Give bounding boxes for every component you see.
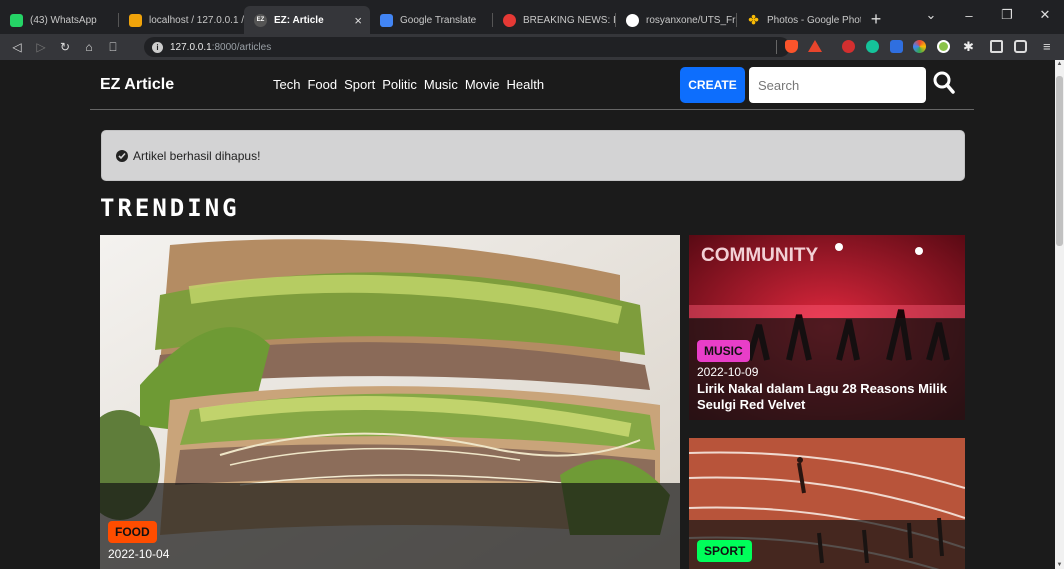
nav-link-food[interactable]: Food (307, 77, 337, 92)
community-sign: COMMUNITY (701, 245, 818, 266)
browser-toolbar: ◁ ▷ ↻ ⌂ ⎕ i 127.0.0.1:8000/articles ✱ ≡ (0, 34, 1064, 60)
scroll-down-arrow-icon[interactable]: ▼ (1055, 562, 1064, 568)
article-overlay: FOOD 2022-10-04 (100, 483, 680, 569)
tab-phpmyadmin[interactable]: localhost / 127.0.0.1 / ... (119, 6, 244, 34)
window-controls: ⌄ – ❐ ✕ (912, 0, 1064, 30)
check-circle-icon (116, 149, 128, 162)
restore-icon[interactable]: ❐ (988, 7, 1026, 23)
puzzle-icon[interactable]: ✱ (963, 40, 976, 53)
nav-link-politic[interactable]: Politic (382, 77, 417, 92)
brave-rewards-icon[interactable] (808, 40, 822, 52)
news-icon (503, 13, 516, 27)
color-extension-icon[interactable] (913, 40, 926, 53)
back-icon[interactable]: ◁ (6, 40, 28, 54)
ez-article-favicon: EZ (254, 13, 267, 27)
toolbar-divider (776, 40, 777, 54)
tab-google-photos[interactable]: ✤ Photos - Google Photo (737, 6, 861, 34)
sidebar-icon[interactable] (990, 40, 1003, 53)
category-badge-food[interactable]: FOOD (108, 521, 157, 543)
info-icon[interactable]: i (152, 41, 163, 53)
page-scrollbar[interactable]: ▲ ▼ (1055, 60, 1064, 569)
whatsapp-icon (10, 13, 23, 27)
extension-icon[interactable] (890, 40, 903, 53)
site-navbar: EZ Article Tech Food Sport Politic Music… (90, 60, 974, 110)
search-input[interactable] (749, 67, 926, 103)
category-badge-sport[interactable]: SPORT (697, 540, 753, 562)
address-bar[interactable]: i 127.0.0.1:8000/articles (144, 37, 790, 57)
wallet-icon[interactable] (1014, 40, 1027, 53)
site-brand[interactable]: EZ Article (100, 76, 174, 94)
category-menu: Tech Food Sport Politic Music Movie Heal… (273, 77, 544, 92)
tab-search-icon[interactable]: ⌄ (912, 7, 950, 23)
scrollbar-thumb[interactable] (1056, 76, 1063, 246)
github-icon (626, 13, 639, 27)
page-content: EZ Article Tech Food Sport Politic Music… (0, 60, 1055, 569)
google-photos-icon: ✤ (748, 13, 759, 27)
tab-breaking-news[interactable]: BREAKING NEWS: Indo (493, 6, 615, 34)
article-date: 2022-10-04 (108, 547, 170, 561)
nav-link-sport[interactable]: Sport (344, 77, 375, 92)
bookmark-icon[interactable]: ⎕ (102, 40, 124, 55)
url-host: 127.0.0.1 (170, 41, 212, 53)
success-alert: Artikel berhasil dihapus! (101, 130, 965, 181)
article-title[interactable]: Lirik Nakal dalam Lagu 28 Reasons Milik … (697, 381, 957, 413)
search-icon (933, 71, 955, 94)
phpmyadmin-icon (129, 13, 142, 27)
nav-link-health[interactable]: Health (507, 77, 545, 92)
close-window-icon[interactable]: ✕ (1026, 7, 1064, 23)
home-icon[interactable]: ⌂ (78, 40, 100, 54)
tab-whatsapp[interactable]: (43) WhatsApp (0, 6, 118, 34)
article-overlay: SPORT (689, 520, 965, 569)
scroll-up-arrow-icon[interactable]: ▲ (1055, 61, 1064, 67)
grammarly-icon[interactable] (866, 40, 879, 53)
tab-github[interactable]: rosyanxone/UTS_Fram (616, 6, 736, 34)
profile-extension-icon[interactable] (937, 40, 950, 53)
category-badge-music[interactable]: MUSIC (697, 340, 750, 362)
nav-link-movie[interactable]: Movie (465, 77, 500, 92)
close-tab-icon[interactable]: × (354, 13, 362, 28)
adblock-icon[interactable] (842, 40, 855, 53)
alert-message: Artikel berhasil dihapus! (133, 148, 261, 163)
search-button[interactable] (930, 69, 958, 99)
create-button[interactable]: CREATE (680, 67, 745, 103)
article-card-sport[interactable]: SPORT (689, 438, 965, 569)
new-tab-button[interactable]: + (861, 6, 891, 34)
article-date: 2022-10-09 (697, 365, 759, 379)
browser-tab-bar: (43) WhatsApp localhost / 127.0.0.1 / ..… (0, 0, 1064, 34)
menu-icon[interactable]: ≡ (1043, 40, 1056, 53)
tab-ez-article[interactable]: EZ EZ: Article × (244, 6, 370, 34)
reload-icon[interactable]: ↻ (54, 40, 76, 54)
brave-shield-icon[interactable] (785, 40, 798, 53)
section-title: TRENDING (100, 194, 240, 222)
nav-link-tech[interactable]: Tech (273, 77, 300, 92)
article-card-food[interactable]: FOOD 2022-10-04 (100, 235, 680, 569)
article-card-music[interactable]: COMMUNITY MUSIC 2022-10-09 Lirik Nakal d… (689, 235, 965, 420)
minimize-icon[interactable]: – (950, 8, 988, 23)
nav-link-music[interactable]: Music (424, 77, 458, 92)
forward-icon[interactable]: ▷ (30, 40, 52, 54)
tab-google-translate[interactable]: Google Translate (370, 6, 492, 34)
google-translate-icon (380, 13, 393, 27)
url-path: :8000/articles (211, 41, 272, 53)
article-overlay: MUSIC 2022-10-09 Lirik Nakal dalam Lagu … (689, 318, 965, 420)
